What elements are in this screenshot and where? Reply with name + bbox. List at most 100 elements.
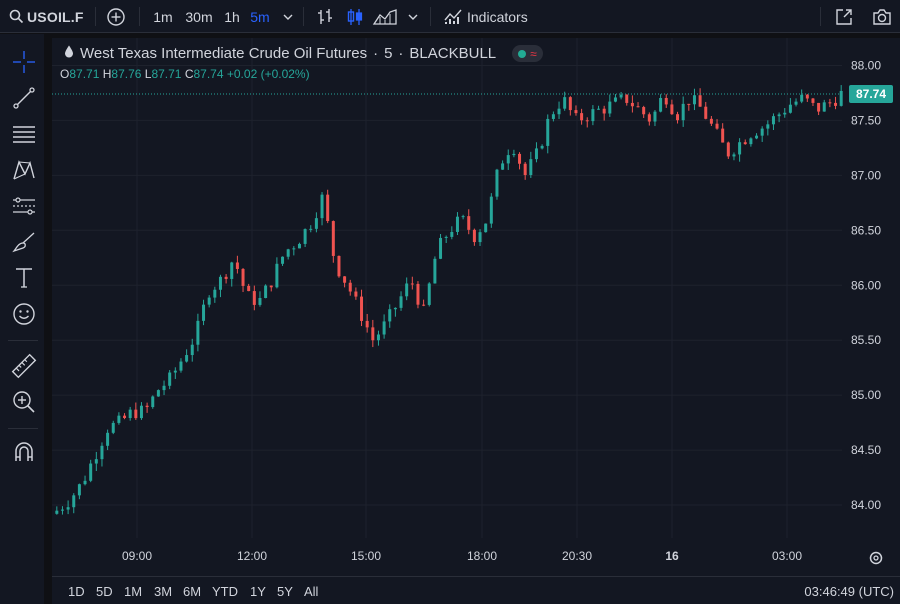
candle-body	[636, 106, 640, 108]
candle-body	[619, 94, 623, 98]
chart-legend-title[interactable]: West Texas Intermediate Crude Oil Future…	[64, 45, 543, 62]
candle-body	[168, 372, 172, 386]
candle-body	[281, 256, 285, 264]
candle-body	[659, 97, 663, 112]
candle-body	[681, 103, 685, 121]
candle-body	[162, 385, 166, 391]
indicators-icon[interactable]	[442, 0, 464, 33]
camera-icon[interactable]	[869, 0, 895, 33]
range-5y[interactable]: 5Y	[277, 577, 293, 604]
market-status-pill[interactable]: ≈	[512, 45, 543, 62]
timeframe-5m[interactable]: 5m	[249, 0, 271, 33]
legend-separator: ·	[373, 45, 379, 62]
candle-body	[117, 415, 121, 423]
time-axis[interactable]: 09:00 12:00 15:00 18:00 20:30 16 03:00	[122, 549, 802, 563]
trend-line-icon[interactable]	[8, 82, 40, 114]
chevron-down-icon[interactable]	[280, 0, 296, 33]
range-3m[interactable]: 3M	[154, 577, 172, 604]
droplet-icon	[64, 45, 74, 62]
candle-body	[597, 108, 601, 110]
candle-body	[642, 107, 646, 115]
price-tick-label: 84.00	[851, 498, 881, 512]
ruler-icon[interactable]	[8, 350, 40, 382]
range-6m[interactable]: 6M	[183, 577, 201, 604]
candle-body	[834, 102, 838, 106]
candle-body	[252, 291, 256, 305]
candle-body	[732, 154, 736, 157]
candle-body	[585, 120, 589, 122]
range-5d[interactable]: 5D	[96, 577, 113, 604]
candle-body	[777, 114, 781, 117]
candle-body	[185, 355, 189, 362]
zoom-in-icon[interactable]	[8, 386, 40, 418]
candle-body	[580, 113, 584, 121]
area-chart-icon[interactable]	[371, 0, 399, 33]
magnet-icon[interactable]	[8, 436, 40, 468]
pattern-icon[interactable]	[8, 154, 40, 186]
candle-body	[523, 163, 527, 176]
candle-body	[461, 216, 465, 218]
high-value: 87.76	[111, 67, 142, 81]
candle-body	[106, 432, 110, 446]
candle-body	[529, 159, 533, 176]
fullscreen-icon[interactable]	[832, 0, 856, 33]
candle-body	[382, 321, 386, 335]
text-icon[interactable]	[8, 262, 40, 294]
brush-icon[interactable]	[8, 226, 40, 258]
range-all[interactable]: All	[304, 577, 318, 604]
horizontal-lines-icon[interactable]	[8, 118, 40, 150]
fib-icon[interactable]	[8, 190, 40, 222]
candle-body	[258, 298, 262, 305]
bar-chart-icon[interactable]	[314, 0, 336, 33]
time-tick-label: 18:00	[467, 549, 497, 563]
chevron-down-icon[interactable]	[405, 0, 421, 33]
settings-gear-icon[interactable]	[869, 551, 883, 565]
source-label: BLACKBULL	[409, 45, 497, 62]
smiley-icon[interactable]	[8, 298, 40, 330]
indicators-button[interactable]: Indicators	[467, 0, 537, 33]
candle-body	[771, 116, 775, 125]
candle-body	[405, 283, 409, 297]
price-tick-label: 85.50	[851, 333, 881, 347]
candles-icon[interactable]	[344, 0, 366, 33]
candle-body	[664, 97, 668, 105]
candle-body	[55, 510, 59, 514]
candle-body	[721, 128, 725, 143]
chart-pane[interactable]: 84.00 84.50 85.00 85.50 86.00 86.50 87.00 87.50…	[52, 38, 900, 604]
range-1d[interactable]: 1D	[68, 577, 85, 604]
search-icon[interactable]	[6, 0, 26, 33]
timeframe-1m[interactable]: 1m	[150, 0, 176, 33]
candle-body	[647, 114, 651, 122]
candle-body	[275, 263, 279, 288]
candle-body	[286, 249, 290, 257]
candle-body	[602, 108, 606, 114]
candle-body	[399, 296, 403, 308]
candle-body	[303, 229, 307, 244]
candle-body	[613, 97, 617, 102]
candle-body	[743, 142, 747, 145]
range-1y[interactable]: 1Y	[250, 577, 266, 604]
candle-body	[794, 101, 798, 105]
candle-body	[709, 118, 713, 124]
range-1m[interactable]: 1M	[124, 577, 142, 604]
candle-body	[811, 98, 815, 103]
timeframe-1h[interactable]: 1h	[221, 0, 243, 33]
legend-separator: ·	[398, 45, 404, 62]
candle-body	[416, 283, 420, 305]
candle-body	[822, 102, 826, 112]
compare-add-icon[interactable]	[104, 0, 128, 33]
price-chart[interactable]: 84.00 84.50 85.00 85.50 86.00 86.50 87.00 87.50…	[52, 38, 900, 576]
crosshair-icon[interactable]	[8, 46, 40, 78]
time-tick-label: 16	[665, 549, 679, 563]
price-axis[interactable]: 84.00 84.50 85.00 85.50 86.00 86.50 87.00 87.50…	[851, 58, 881, 512]
range-ytd[interactable]: YTD	[212, 577, 238, 604]
candle-body	[111, 422, 115, 433]
timeframe-30m[interactable]: 30m	[183, 0, 215, 33]
candle-body	[489, 196, 493, 224]
utc-clock[interactable]: 03:46:49 (UTC)	[804, 577, 894, 604]
candle-body	[749, 138, 753, 145]
candle-body	[704, 106, 708, 119]
symbol-name[interactable]: USOIL.F	[27, 0, 83, 33]
candle-body	[331, 221, 335, 256]
candle-body	[455, 216, 459, 232]
